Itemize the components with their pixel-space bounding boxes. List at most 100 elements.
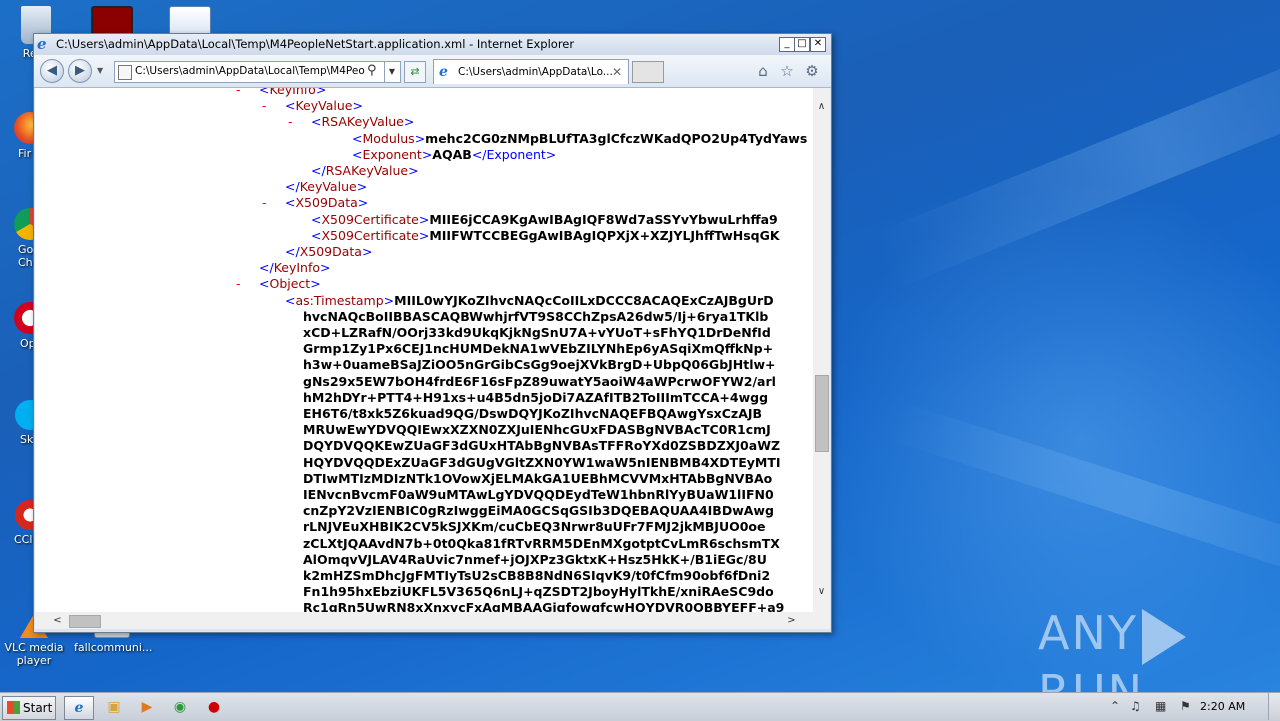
xml-bracket: < — [259, 276, 270, 292]
timestamp-value-line: Fn1h95hxEbziUKFL5V365Q6nLJ+qZSDT2JboyHyl… — [303, 584, 774, 600]
horizontal-scrollbar[interactable]: < > — [35, 612, 813, 629]
xml-content-area: - <KeyInfo> - <KeyValue> - <RSAKeyValue> <Modu… — [35, 88, 813, 612]
xml-element: <Modulus>mehc2CG0zNMpBLUfTA3glCfczWKadQP… — [352, 131, 807, 147]
xml-tag-name: KeyValue — [299, 179, 357, 195]
favorites-star-icon[interactable]: ☆ — [779, 63, 795, 79]
taskbar-chrome-icon[interactable]: ◉ — [166, 696, 194, 718]
scrollbar-corner — [813, 612, 830, 629]
xml-element: <Object> — [259, 276, 321, 292]
xml-collapse-toggle[interactable]: - — [288, 114, 293, 130]
xml-tag-name: Object — [269, 276, 311, 292]
scroll-down-icon[interactable]: ∨ — [813, 583, 830, 600]
taskbar-stop-icon[interactable]: ● — [200, 696, 228, 718]
scroll-right-icon[interactable]: > — [783, 612, 800, 629]
xml-collapse-toggle[interactable]: - — [262, 195, 267, 211]
tab-label: C:\Users\admin\AppData\Lo... — [458, 66, 613, 78]
browser-tab[interactable]: e C:\Users\admin\AppData\Lo... ✕ — [433, 59, 629, 84]
word-document-icon — [169, 6, 211, 36]
xml-bracket: </ — [285, 244, 300, 259]
refresh-button[interactable]: ⇄ — [404, 61, 426, 83]
timestamp-value-line: AlOmqvVJLAV4RaUvic7nmef+jOJXPz3GktxK+Hsz… — [303, 551, 767, 567]
xml-bracket: > — [356, 179, 368, 195]
back-button[interactable]: ◀ — [40, 59, 64, 83]
taskbar-media-player-icon[interactable]: ▶ — [133, 696, 161, 718]
xml-value: MIIFWTCCBEGgAwIBAgIQPXjX+XZJYLJhffTwHsqG… — [429, 227, 780, 243]
xml-tag-name: KeyValue — [295, 98, 353, 114]
xml-element: <KeyValue> — [285, 98, 363, 114]
taskbar-explorer-folder-icon[interactable]: ▣ — [100, 696, 128, 718]
xml-bracket: > — [315, 88, 327, 97]
address-dropdown-icon[interactable]: ▼ — [384, 62, 399, 82]
xml-element: <Exponent>AQAB</Exponent> — [352, 147, 556, 163]
xml-collapse-toggle[interactable]: - — [236, 88, 241, 98]
timestamp-value-line: hvcNAQcBoIIBBASCAQBWwhjrfVT9S8CChZpsA26d… — [303, 308, 769, 324]
taskbar-internet-explorer-icon[interactable]: e — [64, 696, 94, 720]
xml-tag-name: Exponent — [362, 146, 422, 162]
xml-element: <as:Timestamp>MIIL0wYJKoZIhvcNAQcCoIILxD… — [285, 293, 774, 309]
xml-collapse-toggle[interactable]: - — [236, 276, 241, 292]
xml-bracket: </ — [259, 260, 274, 276]
xml-bracket: </ — [285, 179, 300, 195]
xml-element: </KeyInfo> — [259, 260, 331, 276]
title-bar[interactable]: e C:\Users\admin\AppData\Local\Temp\M4Pe… — [34, 34, 831, 55]
tray-flag-icon[interactable]: ⚑ — [1180, 699, 1191, 713]
xml-bracket: </ — [311, 163, 326, 178]
xml-tag-name: KeyInfo — [269, 88, 316, 97]
xml-bracket: > — [418, 227, 430, 243]
timestamp-value-line: Rc1gRn5UwRN8xXnxycFxAgMBAAGjgfowgfcwHQYD… — [303, 600, 785, 612]
vertical-scrollbar[interactable]: ∧ ∨ — [813, 88, 830, 612]
timestamp-value-line: k2mHZSmDhcJgFMTIyTsU2sCB8B8NdN6SIqvK9/t0… — [303, 568, 771, 583]
start-button[interactable]: Start — [2, 696, 56, 720]
xml-element: <X509Data> — [285, 195, 368, 211]
home-icon[interactable]: ⌂ — [755, 63, 771, 79]
xml-value: MIIL0wYJKoZIhvcNAQcCoIILxDCCC8ACAQExCzAJ… — [394, 292, 774, 308]
xml-tag-name: Modulus — [362, 130, 415, 146]
settings-gear-icon[interactable]: ⚙ — [804, 63, 820, 79]
xml-value: MIIE6jCCA9KgAwIBAgIQF8Wd7aSSYvYbwuLrhffa… — [429, 211, 778, 227]
tray-speaker-icon[interactable]: ♫ — [1130, 699, 1141, 713]
timestamp-value-line: MRUwEwYDVQQIEwxXZXN0ZXJuIENhcGUxFDASBgNV… — [303, 422, 771, 438]
tray-expand-icon[interactable]: ⌃ — [1110, 699, 1120, 713]
timestamp-value-line: Grmp1Zy1Px6CEJ1ncHUMDekNA1wVEbZILYNhEp6y… — [303, 341, 774, 357]
xml-bracket: > — [421, 146, 433, 162]
search-icon[interactable]: ⚲ — [367, 63, 377, 78]
vertical-scroll-thumb[interactable] — [815, 375, 829, 452]
timestamp-value-line: IENvcnBvcmF0aW9uMTAwLgYDVQQDEydTeW1hbnRl… — [303, 487, 774, 502]
timestamp-value-line: hM2hDYr+PTT4+H91xs+u4B5dn5joDi7AZAfITB2T… — [303, 389, 769, 405]
taskbar-clock[interactable]: 2:20 AM — [1200, 700, 1245, 713]
xml-bracket: > — [383, 292, 395, 308]
xml-element: <X509Certificate>MIIFWTCCBEGgAwIBAgIQPXj… — [311, 228, 780, 244]
xml-element: <KeyInfo> — [259, 88, 326, 98]
tab-close-icon[interactable]: ✕ — [612, 65, 622, 79]
timestamp-value-line: EH6T6/t8xk5Z6kuad9QG/DswDQYJKoZIhvcNAQEF… — [303, 406, 763, 421]
xml-bracket: < — [285, 292, 296, 308]
timestamp-value-line: zCLXtJQAAvdN7b+0t0Qka81fRTvRRM5DEnMXgotp… — [303, 535, 780, 551]
close-button[interactable]: ✕ — [810, 37, 826, 52]
xml-element: <RSAKeyValue> — [311, 114, 414, 130]
show-desktop-button[interactable] — [1268, 693, 1280, 720]
xml-tag-name: X509Data — [295, 195, 358, 211]
forward-button[interactable]: ▶ — [68, 59, 92, 83]
xml-element: <X509Certificate>MIIE6jCCA9KgAwIBAgIQF8W… — [311, 212, 778, 228]
xml-element: </KeyValue> — [285, 179, 367, 195]
horizontal-scroll-thumb[interactable] — [69, 615, 101, 628]
xml-tag-name: X509Certificate — [321, 211, 419, 227]
timestamp-value-line: DTIwMTIzMDIzNTk1OVowXjELMAkGA1UEBhMCVVMx… — [303, 470, 773, 486]
maximize-button[interactable]: □ — [794, 37, 810, 52]
play-icon — [1141, 608, 1186, 665]
scroll-left-icon[interactable]: < — [49, 612, 66, 629]
history-dropdown-icon[interactable]: ▼ — [97, 66, 103, 75]
xml-value: mehc2CG0zNMpBLUfTA3glCfczWKadQPO2Up4TydY… — [425, 130, 808, 146]
new-tab-button[interactable] — [632, 61, 664, 83]
tray-network-icon[interactable]: ▦ — [1155, 699, 1166, 713]
address-bar[interactable]: C:\Users\admin\AppData\Local\Temp\M4Peop… — [114, 61, 401, 83]
xml-bracket: > — [310, 276, 321, 292]
xml-element: </X509Data> — [285, 244, 372, 260]
minimize-button[interactable]: _ — [779, 37, 795, 52]
internet-explorer-icon: e — [37, 35, 47, 53]
address-input[interactable]: C:\Users\admin\AppData\Local\Temp\M4Peop… — [135, 65, 365, 77]
xml-bracket: < — [352, 146, 363, 162]
xml-collapse-toggle[interactable]: - — [262, 98, 267, 114]
scroll-up-icon[interactable]: ∧ — [813, 98, 830, 115]
xml-tag-name: RSAKeyValue — [321, 114, 404, 130]
